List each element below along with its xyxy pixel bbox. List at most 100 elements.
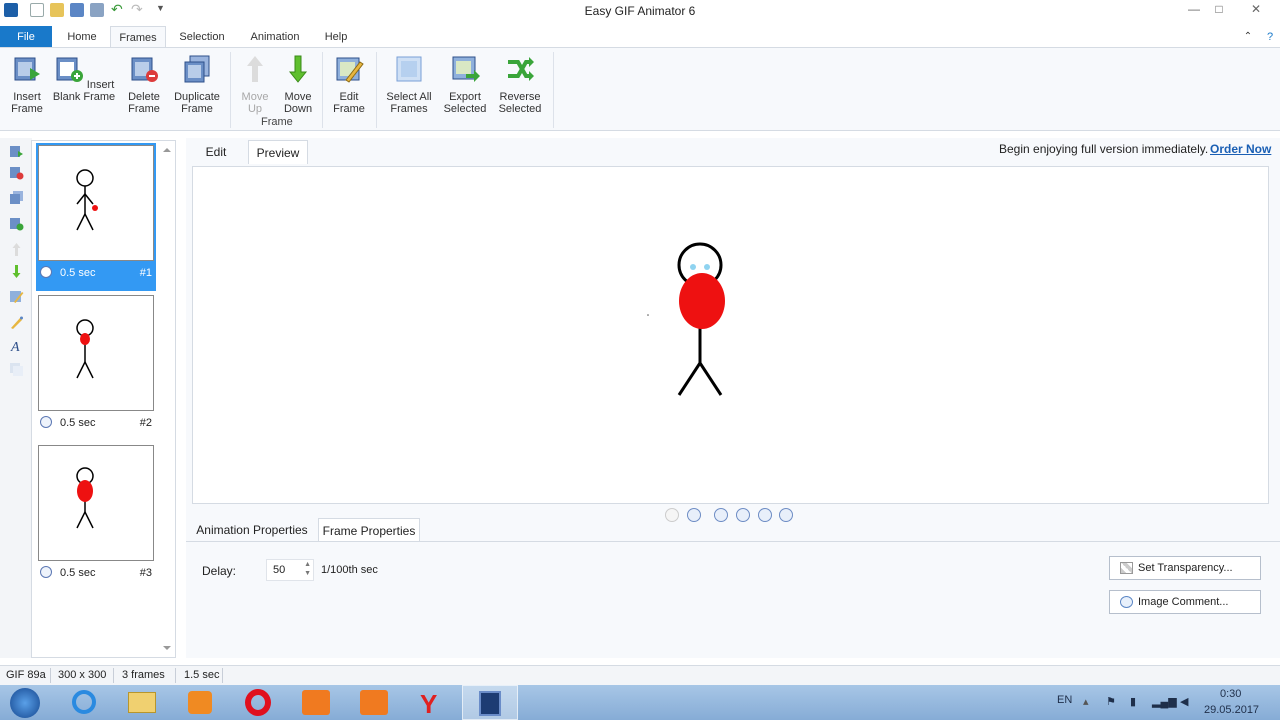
frame-list: 0.5 sec #1 0.5 sec #2 0.5 sec #3: [31, 140, 176, 658]
window-title: Easy GIF Animator 6: [584, 4, 696, 18]
set-transparency-button[interactable]: Set Transparency...: [1109, 556, 1261, 580]
clock-time[interactable]: 0:30: [1220, 688, 1241, 700]
duplicate-frame-icon: [184, 55, 210, 83]
taskbar-app-orange[interactable]: [288, 685, 344, 720]
first-frame-button[interactable]: [714, 508, 728, 522]
delay-stepper[interactable]: 50 ▲ ▼: [266, 559, 314, 581]
frame-properties-panel: Delay: 50 ▲ ▼ 1/100th sec Set Transparenc…: [186, 541, 1280, 658]
taskbar-internet-explorer[interactable]: [56, 685, 112, 720]
browser-icon: [72, 690, 96, 714]
maximize-button[interactable]: □: [1205, 0, 1233, 20]
select-all-icon: [396, 56, 422, 82]
delete-frame-button[interactable]: Delete Frame: [120, 54, 168, 115]
promo-text: Begin enjoying full version immediately.: [999, 142, 1209, 156]
help-icon[interactable]: ?: [1262, 26, 1278, 48]
tab-home[interactable]: Home: [58, 26, 106, 48]
tab-selection[interactable]: Selection: [170, 26, 234, 48]
previous-frame-button[interactable]: [736, 508, 750, 522]
stop-button[interactable]: [687, 508, 701, 522]
edit-frame-button[interactable]: Edit Frame: [328, 54, 370, 115]
scroll-down-icon[interactable]: [163, 646, 171, 650]
duplicate-frame-button[interactable]: Duplicate Frame: [170, 54, 224, 115]
taskbar: Y EN ▴ ⚑ ▮ ▂▄▆ ◀ 0:30 29.05.2017: [0, 685, 1280, 720]
clock-date[interactable]: 29.05.2017: [1204, 704, 1259, 716]
order-now-link[interactable]: Order Now: [1210, 142, 1271, 156]
transparency-icon: [1120, 562, 1133, 574]
taskbar-easy-gif-animator[interactable]: [462, 685, 518, 720]
frame-item-1[interactable]: 0.5 sec #1: [36, 143, 156, 291]
duplicate-frame-icon[interactable]: [9, 190, 24, 205]
insert-frame-button[interactable]: Insert Frame: [4, 54, 50, 115]
scroll-up-icon[interactable]: [163, 148, 171, 152]
close-button[interactable]: ✕: [1238, 0, 1274, 20]
start-button[interactable]: [0, 685, 50, 720]
tab-animation[interactable]: Animation: [240, 26, 310, 48]
frame-thumbnail: [38, 145, 154, 261]
tool-strip: A: [0, 138, 32, 658]
status-size: 300 x 300: [58, 669, 107, 681]
frame-list-scrollbar[interactable]: [160, 142, 174, 656]
arrow-down-icon[interactable]: [9, 264, 24, 279]
taskbar-screenshot-tool[interactable]: [346, 685, 402, 720]
stepper-arrows-icon[interactable]: ▲ ▼: [304, 560, 311, 578]
taskbar-yandex[interactable]: Y: [404, 685, 460, 720]
ribbon-separator: [322, 52, 323, 128]
taskbar-media-player[interactable]: [172, 685, 228, 720]
frame-number: #3: [139, 567, 152, 579]
text-tool-icon[interactable]: A: [9, 338, 24, 353]
tab-edit[interactable]: Edit: [188, 140, 244, 164]
volume-icon[interactable]: ◀: [1180, 695, 1188, 708]
tab-preview[interactable]: Preview: [248, 140, 308, 164]
frame-item-3[interactable]: 0.5 sec #3: [36, 443, 156, 591]
camera-icon: [360, 690, 388, 715]
tab-file[interactable]: File: [0, 26, 52, 48]
insert-frame-icon[interactable]: [9, 144, 24, 159]
frame-item-2[interactable]: 0.5 sec #2: [36, 293, 156, 441]
stick-figure-image: [76, 319, 94, 379]
copy-frame-icon[interactable]: [9, 362, 24, 377]
ribbon-separator: [553, 52, 554, 128]
opera-icon: [245, 689, 271, 716]
tab-frame-properties[interactable]: Frame Properties: [318, 518, 420, 542]
export-selected-button[interactable]: Export Selected: [440, 54, 490, 115]
taskbar-file-explorer[interactable]: [114, 685, 170, 720]
select-all-frames-button[interactable]: Select All Frames: [382, 54, 436, 115]
language-indicator[interactable]: EN: [1057, 694, 1072, 706]
edit-frame-icon[interactable]: [9, 289, 24, 304]
tab-help[interactable]: Help: [316, 26, 356, 48]
clock-icon: [40, 566, 52, 578]
insert-blank-frame-icon[interactable]: [9, 216, 24, 231]
delete-frame-icon[interactable]: [9, 165, 24, 180]
next-frame-button[interactable]: [758, 508, 772, 522]
status-format: GIF 89a: [6, 669, 46, 681]
tab-frames[interactable]: Frames: [110, 26, 166, 48]
collapse-ribbon-icon[interactable]: ⌃: [1240, 26, 1256, 48]
frame-delay: 0.5 sec: [60, 267, 96, 279]
insert-blank-frame-icon: [56, 57, 83, 82]
windows-logo-icon: [10, 688, 40, 718]
arrow-down-icon: [288, 55, 308, 83]
stick-figure-image: [76, 169, 98, 231]
action-center-icon[interactable]: ⚑: [1106, 695, 1116, 708]
taskbar-opera[interactable]: [230, 685, 286, 720]
title-bar: ↶ ↷ ▼ Easy GIF Animator 6 — □ ✕: [0, 0, 1280, 22]
arrow-up-icon[interactable]: [9, 242, 24, 257]
tab-animation-properties[interactable]: Animation Properties: [190, 518, 314, 542]
brush-icon[interactable]: [9, 315, 24, 330]
network-icon[interactable]: ▂▄▆: [1152, 695, 1177, 708]
play-button[interactable]: [665, 508, 679, 522]
insert-blank-frame-button[interactable]: Insert Blank Frame: [52, 54, 116, 103]
status-bar: GIF 89a 300 x 300 3 frames 1.5 sec: [0, 665, 1280, 685]
last-frame-button[interactable]: [779, 508, 793, 522]
tray-expand-icon[interactable]: ▴: [1083, 695, 1089, 708]
reverse-selected-button[interactable]: Reverse Selected: [494, 54, 546, 115]
clock-icon: [40, 416, 52, 428]
frame-thumbnail: [38, 445, 154, 561]
move-down-button[interactable]: Move Down: [278, 54, 318, 115]
ribbon-separator: [230, 52, 231, 128]
move-up-button[interactable]: Move Up: [236, 54, 274, 115]
minimize-button[interactable]: —: [1180, 0, 1208, 20]
insert-frame-icon: [14, 57, 40, 81]
image-comment-button[interactable]: Image Comment...: [1109, 590, 1261, 614]
battery-icon[interactable]: ▮: [1130, 695, 1136, 708]
